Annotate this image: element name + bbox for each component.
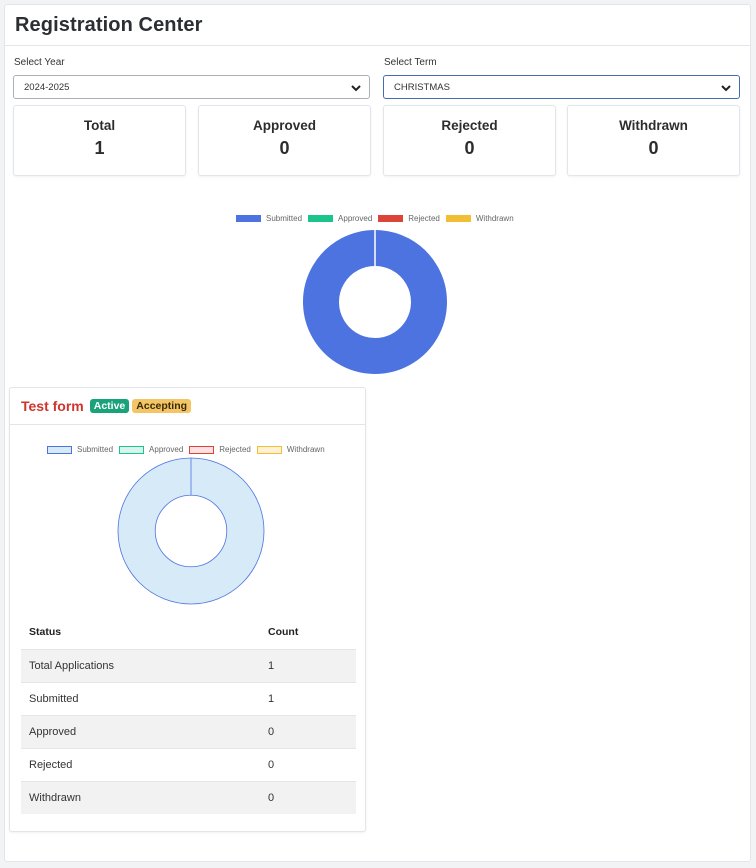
table-row: Withdrawn 0 xyxy=(21,780,356,814)
count-cell: 0 xyxy=(260,747,356,781)
status-cell: Withdrawn xyxy=(21,780,260,814)
status-table: Status Count Total Applications 1 Submit… xyxy=(21,616,356,814)
table-row: Rejected 0 xyxy=(21,747,356,781)
stat-label: Rejected xyxy=(441,118,498,133)
legend-item-withdrawn[interactable]: Withdrawn xyxy=(256,445,325,454)
year-select[interactable]: 2024-2025 xyxy=(13,75,370,99)
term-select-label: Select Term xyxy=(384,57,437,68)
stat-label: Withdrawn xyxy=(619,118,688,133)
count-cell: 0 xyxy=(260,780,356,814)
active-badge: Active xyxy=(89,399,130,413)
legend-swatch xyxy=(47,445,72,454)
status-column-header: Status xyxy=(29,626,62,639)
legend-label: Submitted xyxy=(266,214,303,223)
legend-label: Rejected xyxy=(219,445,251,454)
legend-label: Withdrawn xyxy=(475,214,514,223)
form-card: Test form Active Accepting Submitted Appr… xyxy=(9,387,366,832)
table-row: Total Applications 1 xyxy=(21,648,356,682)
legend-swatch xyxy=(236,215,261,222)
legend-item-approved[interactable]: Approved xyxy=(119,445,183,454)
form-card-header: Test form Active Accepting xyxy=(10,388,365,425)
stat-value: 0 xyxy=(464,138,475,158)
status-donut-chart xyxy=(303,230,447,374)
year-select-label: Select Year xyxy=(14,57,65,68)
legend-item-submitted[interactable]: Submitted xyxy=(236,214,302,223)
stat-value: 1 xyxy=(94,138,105,158)
legend-label: Approved xyxy=(149,445,184,454)
legend-item-rejected[interactable]: Rejected xyxy=(378,214,440,223)
table-header-row: Status Count xyxy=(21,616,356,649)
term-select[interactable]: CHRISTMAS xyxy=(383,75,740,99)
term-select-value: CHRISTMAS xyxy=(394,82,450,93)
table-row: Approved 0 xyxy=(21,714,356,748)
stat-label: Approved xyxy=(252,118,316,133)
legend-item-rejected[interactable]: Rejected xyxy=(189,445,251,454)
count-column-header: Count xyxy=(268,626,299,639)
chevron-down-icon xyxy=(351,85,361,92)
stat-label: Total xyxy=(83,118,116,133)
stat-card-approved: Approved 0 xyxy=(198,105,371,176)
count-cell: 0 xyxy=(260,714,356,748)
legend-swatch xyxy=(308,215,334,222)
legend-item-submitted[interactable]: Submitted xyxy=(47,445,113,454)
stat-card-total: Total 1 xyxy=(13,105,186,176)
legend-swatch xyxy=(378,215,404,222)
chevron-down-icon xyxy=(721,85,731,92)
panel-header: Registration Center xyxy=(5,5,750,46)
status-cell: Approved xyxy=(21,714,260,748)
table-row: Submitted 1 xyxy=(21,681,356,715)
legend-label: Rejected xyxy=(408,214,440,223)
stat-card-rejected: Rejected 0 xyxy=(383,105,556,176)
stat-card-withdrawn: Withdrawn 0 xyxy=(567,105,740,176)
year-select-value: 2024-2025 xyxy=(24,82,70,93)
accepting-badge: Accepting xyxy=(132,399,192,413)
form-donut-chart xyxy=(117,457,265,605)
legend-label: Submitted xyxy=(77,445,114,454)
status-cell: Total Applications xyxy=(21,648,260,682)
stat-value: 0 xyxy=(648,138,659,158)
chart-legend: Submitted Approved Rejected Withdrawn xyxy=(236,214,520,223)
legend-swatch xyxy=(256,445,282,454)
legend-item-approved[interactable]: Approved xyxy=(308,214,372,223)
form-chart-legend: Submitted Approved Rejected Withdrawn xyxy=(47,445,331,454)
page-title: Registration Center xyxy=(15,14,203,36)
form-title[interactable]: Test form xyxy=(21,398,84,414)
legend-swatch xyxy=(445,215,471,222)
legend-swatch xyxy=(189,445,215,454)
legend-label: Approved xyxy=(338,214,373,223)
legend-label: Withdrawn xyxy=(286,445,325,454)
stat-value: 0 xyxy=(279,138,290,158)
count-cell: 1 xyxy=(260,681,356,715)
legend-swatch xyxy=(119,445,145,454)
legend-item-withdrawn[interactable]: Withdrawn xyxy=(445,214,514,223)
status-cell: Rejected xyxy=(21,747,260,781)
count-cell: 1 xyxy=(260,648,356,682)
slice-outline xyxy=(154,494,228,568)
status-cell: Submitted xyxy=(21,681,260,715)
